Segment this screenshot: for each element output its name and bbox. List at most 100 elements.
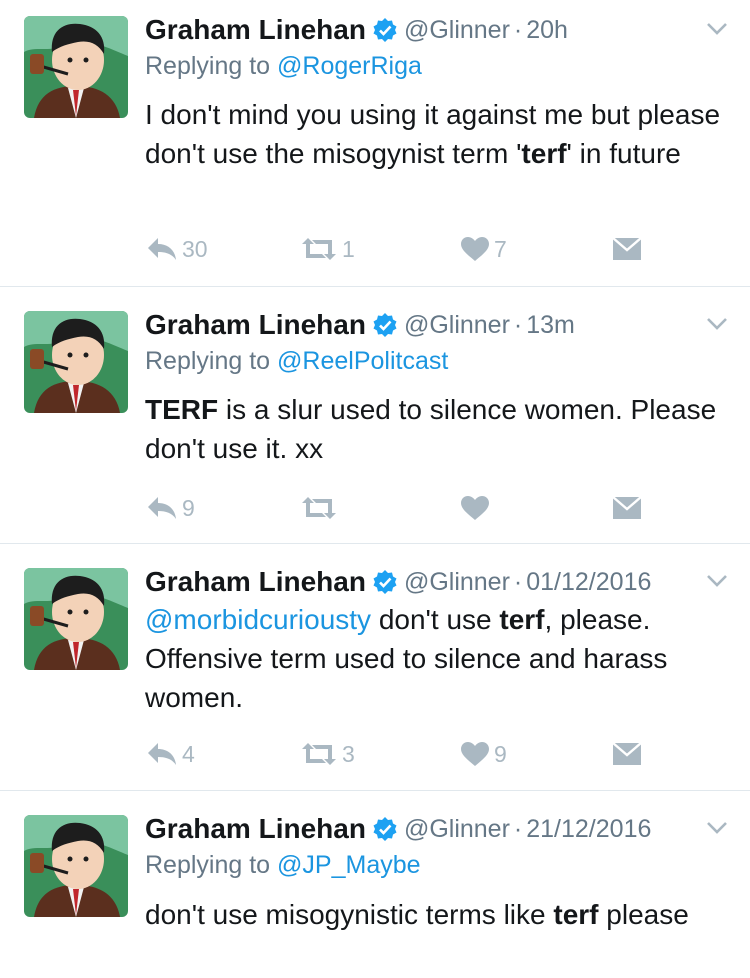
reply-count: 9	[182, 494, 195, 521]
tweet[interactable]: Graham Linehan @Glinner · 20h Replying to @…	[0, 0, 750, 286]
envelope-icon	[612, 496, 642, 519]
reply-count: 30	[182, 235, 208, 262]
verified-badge-icon	[373, 313, 397, 337]
heart-icon	[461, 742, 489, 766]
retweet-icon	[302, 743, 336, 765]
tweet-text-bold: terf	[553, 899, 599, 930]
retweet-button[interactable]	[300, 488, 342, 528]
tweet-text-part: don't use misogynistic terms like	[145, 899, 554, 930]
avatar-image	[24, 568, 128, 670]
heart-icon	[461, 496, 489, 520]
avatar-image	[24, 815, 128, 917]
retweet-count: 3	[342, 740, 355, 767]
author-name[interactable]: Graham Linehan	[145, 309, 366, 340]
replying-to-label: Replying to	[145, 52, 278, 80]
direct-message-button[interactable]	[612, 488, 642, 528]
replying-to-link[interactable]: @RogerRiga	[277, 52, 422, 80]
tweet-text: TERF is a slur used to silence women. Pl…	[145, 390, 730, 468]
tweet-text-part: don't use	[371, 604, 500, 635]
verified-badge-icon	[373, 817, 397, 841]
author-name[interactable]: Graham Linehan	[145, 813, 366, 844]
tweet-text-part: ' in future	[566, 138, 681, 169]
separator-dot: ·	[513, 16, 523, 44]
reply-icon	[148, 497, 176, 519]
replying-to: Replying to @RogerRiga	[145, 52, 422, 81]
replying-to-link[interactable]: @ReelPolitcast	[277, 347, 448, 375]
author-name[interactable]: Graham Linehan	[145, 566, 366, 597]
tweet-header: Graham Linehan @Glinner · 01/12/2016	[145, 562, 680, 602]
tweet-text-part: please	[598, 899, 689, 930]
like-button[interactable]: 9	[460, 734, 507, 774]
tweet-text-part: is a slur used to silence women. Please …	[145, 394, 717, 464]
tweet-header: Graham Linehan @Glinner · 21/12/2016	[145, 809, 680, 849]
tweet-divider	[0, 543, 750, 544]
tweet-timestamp[interactable]: 01/12/2016	[526, 568, 651, 596]
avatar[interactable]	[24, 311, 128, 413]
author-name[interactable]: Graham Linehan	[145, 14, 366, 45]
reply-button[interactable]: 30	[146, 229, 208, 269]
tweet-divider	[0, 790, 750, 791]
author-handle[interactable]: @Glinner	[404, 16, 510, 44]
avatar[interactable]	[24, 16, 128, 118]
tweet-actions: 9	[146, 488, 706, 528]
like-count: 9	[494, 740, 507, 767]
tweet-text-bold: terf	[521, 138, 567, 169]
reply-button[interactable]: 4	[146, 734, 195, 774]
replying-to-label: Replying to	[145, 347, 278, 375]
reply-icon	[148, 238, 176, 260]
chevron-down-icon[interactable]	[706, 22, 728, 36]
tweet-divider	[0, 286, 750, 287]
retweet-icon	[302, 238, 336, 260]
tweet-text: I don't mind you using it against me but…	[145, 95, 730, 173]
tweet-header: Graham Linehan @Glinner · 20h	[145, 10, 680, 50]
tweet-actions: 4 3 9	[146, 734, 706, 774]
envelope-icon	[612, 742, 642, 765]
retweet-icon	[302, 497, 336, 519]
heart-icon	[461, 237, 489, 261]
reply-icon	[148, 743, 176, 765]
retweet-button[interactable]: 1	[300, 229, 355, 269]
separator-dot: ·	[513, 815, 523, 843]
avatar[interactable]	[24, 568, 128, 670]
tweet[interactable]: Graham Linehan @Glinner · 01/12/2016 @morbi…	[0, 552, 750, 790]
tweet-actions: 30 1 7	[146, 229, 706, 269]
retweet-button[interactable]: 3	[300, 734, 355, 774]
tweet-text-bold: terf	[499, 604, 545, 635]
tweet-text: don't use misogynistic terms like terf p…	[145, 895, 730, 934]
replying-to-link[interactable]: @JP_Maybe	[277, 851, 421, 879]
author-handle[interactable]: @Glinner	[404, 815, 510, 843]
reply-button[interactable]: 9	[146, 488, 195, 528]
tweet-timestamp[interactable]: 13m	[526, 311, 575, 339]
chevron-down-icon[interactable]	[706, 821, 728, 835]
verified-badge-icon	[373, 18, 397, 42]
mention-link[interactable]: @morbidcuriousty	[145, 604, 371, 635]
chevron-down-icon[interactable]	[706, 317, 728, 331]
avatar-image	[24, 16, 128, 118]
avatar[interactable]	[24, 815, 128, 917]
tweet-text-bold: TERF	[145, 394, 219, 425]
separator-dot: ·	[513, 568, 523, 596]
author-handle[interactable]: @Glinner	[404, 568, 510, 596]
replying-to: Replying to @ReelPolitcast	[145, 347, 448, 376]
tweet-timeline: Graham Linehan @Glinner · 20h Replying to @…	[0, 0, 750, 978]
like-count: 7	[494, 235, 507, 262]
tweet-header: Graham Linehan @Glinner · 13m	[145, 305, 680, 345]
tweet[interactable]: Graham Linehan @Glinner · 21/12/2016 Replyi…	[0, 799, 750, 978]
replying-to-label: Replying to	[145, 851, 278, 879]
replying-to: Replying to @JP_Maybe	[145, 851, 421, 880]
direct-message-button[interactable]	[612, 734, 642, 774]
chevron-down-icon[interactable]	[706, 574, 728, 588]
tweet-text: @morbidcuriousty don't use terf, please.…	[145, 600, 730, 717]
tweet-timestamp[interactable]: 20h	[526, 16, 568, 44]
direct-message-button[interactable]	[612, 229, 642, 269]
author-handle[interactable]: @Glinner	[404, 311, 510, 339]
retweet-count: 1	[342, 235, 355, 262]
separator-dot: ·	[513, 311, 523, 339]
avatar-image	[24, 311, 128, 413]
tweet[interactable]: Graham Linehan @Glinner · 13m Replying to @…	[0, 295, 750, 543]
like-button[interactable]	[460, 488, 494, 528]
reply-count: 4	[182, 740, 195, 767]
tweet-timestamp[interactable]: 21/12/2016	[526, 815, 651, 843]
like-button[interactable]: 7	[460, 229, 507, 269]
verified-badge-icon	[373, 570, 397, 594]
